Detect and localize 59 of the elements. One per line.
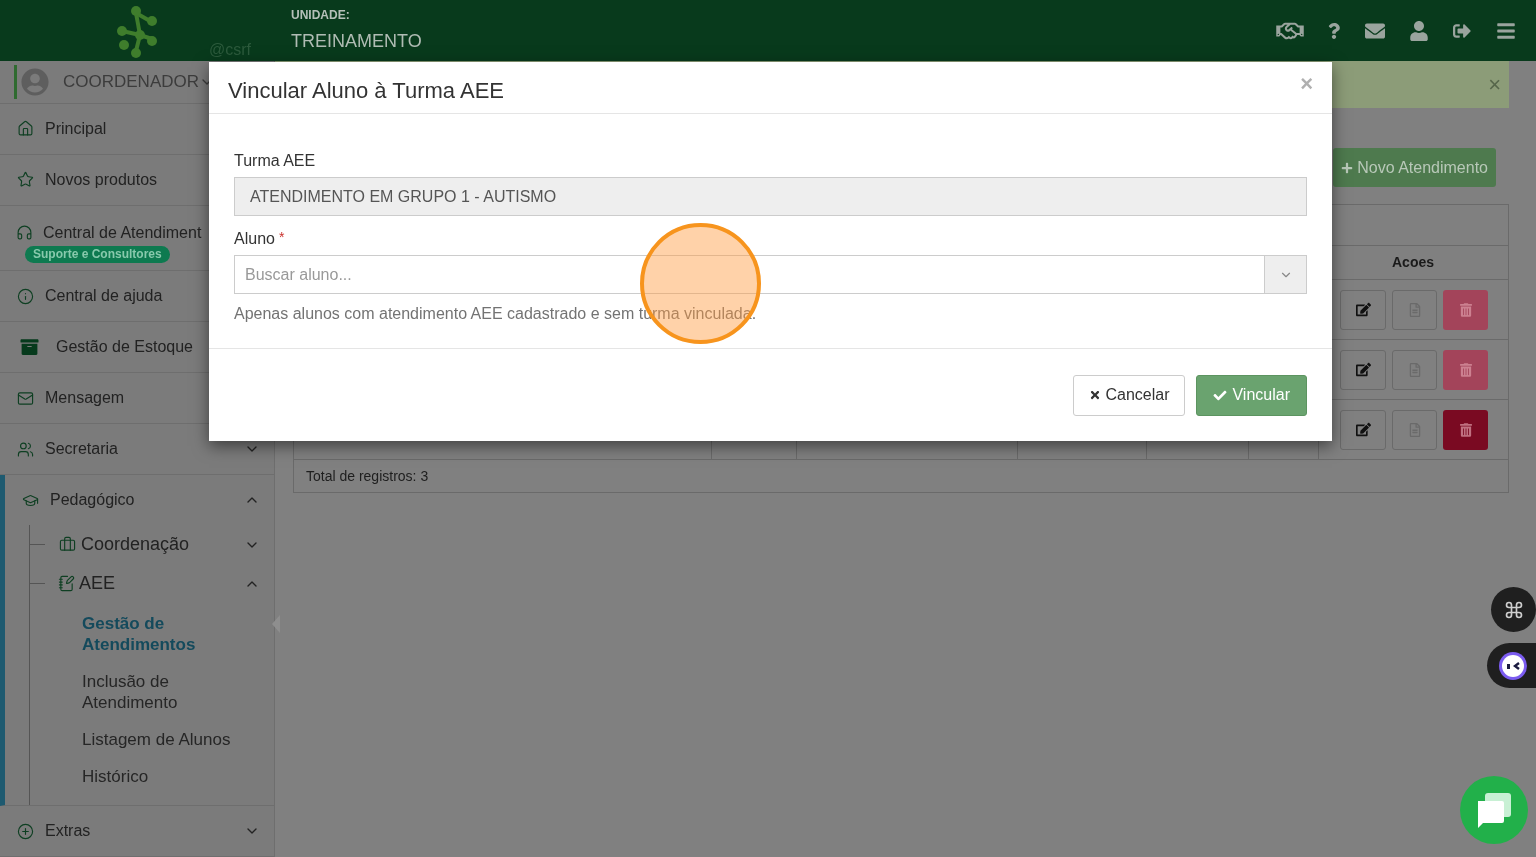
close-alert-button[interactable]: × — [1488, 68, 1501, 101]
plus-icon — [1341, 161, 1354, 174]
new-appointment-button[interactable]: Novo Atendimento — [1333, 148, 1496, 187]
class-field[interactable]: ATENDIMENTO EM GRUPO 1 - AUTISMO — [234, 177, 1307, 216]
active-pointer-icon — [272, 615, 280, 633]
submenu-item[interactable]: AEE — [45, 570, 274, 597]
edit-button[interactable] — [1340, 409, 1386, 450]
avatar-icon — [21, 68, 49, 96]
apps-button[interactable] — [1491, 587, 1536, 632]
submenu-link[interactable]: Listagem de Alunos — [82, 721, 232, 758]
close-icon — [1089, 389, 1102, 401]
envelope-icon — [17, 389, 34, 407]
logout-icon[interactable] — [1452, 21, 1472, 40]
badge: Suporte e Consultores — [25, 246, 170, 263]
sidebar-item[interactable]: Principal — [0, 104, 274, 154]
plus-circle-icon — [17, 822, 34, 840]
headset-icon — [16, 224, 33, 242]
unit-label: UNIDADE: — [291, 7, 351, 24]
submenu-link[interactable]: Histórico — [82, 758, 232, 795]
archive-icon — [19, 338, 40, 356]
briefcase-icon — [58, 536, 77, 553]
robot-face-icon — [1498, 650, 1528, 681]
record-count: Total de registros: 3 — [306, 466, 429, 486]
submenu-link[interactable]: Gestão de Atendimentos — [82, 605, 232, 663]
required-mark-icon: * — [278, 227, 285, 251]
assistant-button[interactable] — [1487, 643, 1536, 688]
trash-icon — [1459, 302, 1472, 317]
field-label: Aluno — [234, 229, 275, 249]
info-icon — [17, 287, 34, 305]
star-icon — [17, 171, 34, 189]
edit-button[interactable] — [1340, 289, 1386, 330]
trash-icon — [1459, 422, 1472, 437]
edit-button[interactable] — [1340, 349, 1386, 390]
submenu-item[interactable]: Coordenação — [45, 531, 274, 558]
chat-icon — [1475, 791, 1513, 829]
sidebar-item[interactable]: Mensagem — [0, 373, 274, 423]
edit-icon — [1355, 422, 1371, 437]
sidebar-item[interactable]: Gestão de Estoque — [0, 322, 274, 372]
menu-icon[interactable] — [1496, 20, 1516, 41]
edit-icon — [1355, 362, 1371, 377]
checklist-icon — [58, 575, 75, 592]
command-icon — [1503, 599, 1524, 620]
users-icon — [17, 440, 34, 458]
edit-icon — [1355, 302, 1371, 317]
sidebar-item[interactable]: Secretaria — [0, 424, 274, 474]
sidebar-item[interactable]: Extras — [0, 806, 274, 856]
close-button[interactable]: × — [1300, 67, 1313, 100]
check-icon — [1213, 388, 1228, 402]
trash-icon — [1459, 362, 1472, 377]
help-icon[interactable] — [1328, 21, 1340, 40]
delete-button[interactable] — [1443, 409, 1488, 450]
house-icon — [17, 120, 34, 138]
link-button[interactable]: Vincular — [1196, 374, 1307, 416]
unit-name: TREINAMENTO — [291, 30, 422, 53]
sidebar-item[interactable]: Pedagógico — [5, 475, 274, 525]
user-icon[interactable] — [1410, 20, 1428, 41]
cancel-button[interactable]: Cancelar — [1073, 374, 1186, 416]
submenu-link[interactable]: Inclusão de Atendimento — [82, 663, 232, 721]
column-header: Acoes — [1391, 253, 1435, 272]
